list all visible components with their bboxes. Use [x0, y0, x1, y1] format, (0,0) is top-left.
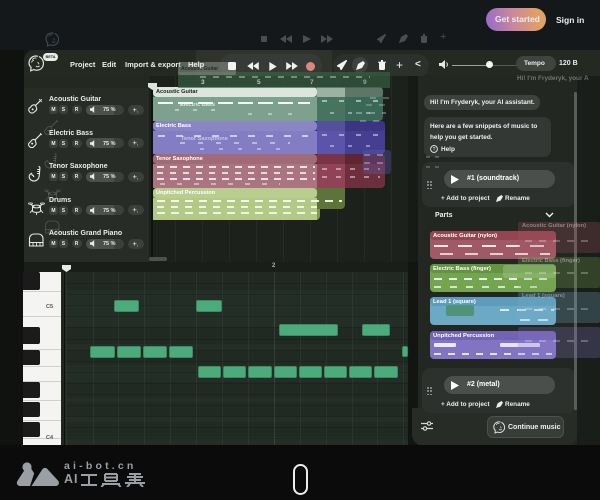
svg-text:?: ? — [433, 147, 436, 153]
